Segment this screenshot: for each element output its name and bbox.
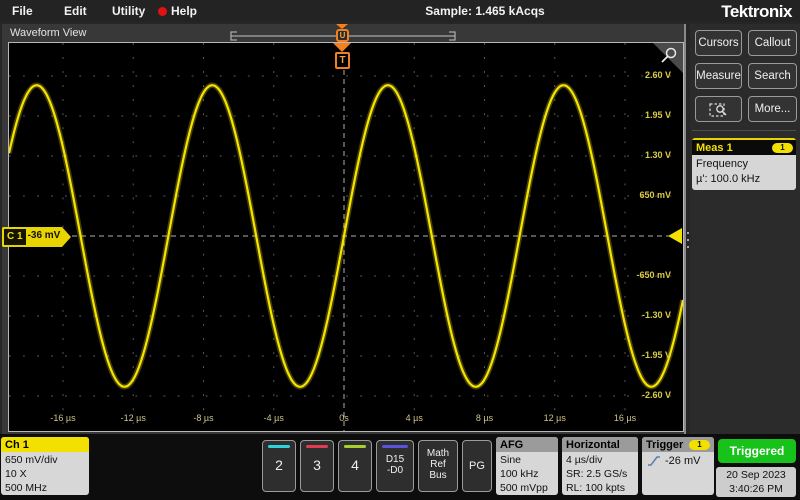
x-axis-label-2: -8 µs [193,413,213,423]
trigger-arrow-icon [333,43,351,52]
ch3-color-stripe [306,445,328,448]
afg-waveform: Sine [500,453,558,467]
datetime-display: 20 Sep 2023 3:40:26 PM [716,467,796,497]
tektronix-logo: Tektronix [721,2,792,22]
callout-button[interactable]: Callout [748,30,797,56]
zoom-corner-button[interactable] [653,43,683,73]
measure-button[interactable]: Measure [695,63,742,89]
cursors-button[interactable]: Cursors [695,30,742,56]
tab-waveform-view[interactable]: Waveform View [10,27,86,39]
horizontal-sample-rate: SR: 2.5 GS/s [566,467,638,481]
ch1-bandwidth: 500 MHz [5,481,89,495]
math-ref-bus-button[interactable]: Math Ref Bus [418,440,458,492]
horizontal-title: Horizontal [566,439,620,451]
menu-utility[interactable]: Utility [112,4,145,18]
meas1-type: Frequency [696,157,796,172]
horizontal-scale: 4 µs/div [566,453,638,467]
graticule[interactable]: -16 µs -12 µs -8 µs -4 µs 0s 4 µs 8 µs 12 µs 16 … [8,42,684,432]
y-axis-label-4: -650 mV [636,270,671,280]
ch2-color-stripe [268,445,290,448]
afg-amplitude: 500 mVpp [500,481,558,495]
ch1-badge[interactable]: Ch 1 650 mV/div 10 X 500 MHz [1,437,89,495]
y-axis-label-1: 1.95 V [645,110,671,120]
trigger-position-marker[interactable]: T [335,52,350,69]
ch1-zero-reference-arrow[interactable] [668,228,682,244]
x-axis-label-8: 16 µs [614,413,636,423]
digital-label-2: -D0 [377,465,413,476]
time: 3:40:26 PM [716,482,796,496]
menu-file[interactable]: File [12,4,33,18]
zoom-select-icon [708,101,730,119]
x-axis-label-4: 0s [339,413,349,423]
zoom-select-button[interactable] [695,96,742,122]
expansion-point-marker[interactable]: U [336,29,349,42]
meas1-title: Meas 1 [696,142,733,154]
horizontal-badge[interactable]: Horizontal 4 µs/div SR: 2.5 GS/s RL: 100… [562,437,638,495]
ch3-button[interactable]: 3 [300,440,334,492]
menu-edit[interactable]: Edit [64,4,87,18]
y-axis-label-5: -1.30 V [642,310,671,320]
results-sidebar: Cursors Callout Measure Search More... M… [690,24,800,434]
y-axis-label-2: 1.30 V [645,150,671,160]
search-button[interactable]: Search [748,63,797,89]
acquisition-status: Sample: 1.465 kAcqs [390,4,580,18]
waveform-view-panel: Waveform View -16 µs -12 µs -8 µs -4 µs 0s 4 … [2,24,686,434]
trigger-source-pill: 1 [689,440,710,450]
afg-badge[interactable]: AFG Sine 100 kHz 500 mVpp [496,437,558,495]
ch1-position-marker[interactable]: C 1 -36 mV [2,227,71,247]
y-axis-label-3: 650 mV [639,190,671,200]
horizontal-record-length: RL: 100 kpts [566,481,638,495]
digital-channels-button[interactable]: D15 -D0 [376,440,414,492]
pg-button[interactable]: PG [462,440,492,492]
ch4-color-stripe [344,445,366,448]
ch4-button[interactable]: 4 [338,440,372,492]
help-alert-icon [158,7,167,16]
afg-frequency: 100 kHz [500,467,558,481]
ch1-title: Ch 1 [5,439,29,451]
y-axis-label-7: -2.60 V [642,390,671,400]
afg-title: AFG [500,439,523,451]
trigger-title: Trigger [646,439,683,451]
meas1-source-pill: 1 [772,143,793,153]
ch2-button[interactable]: 2 [262,440,296,492]
x-axis-label-7: 12 µs [544,413,566,423]
x-axis-label-0: -16 µs [50,413,75,423]
x-axis-label-6: 8 µs [476,413,493,423]
rising-edge-icon [647,455,661,467]
ch1-marker-arrow-icon [62,227,71,247]
x-axis-label-3: -4 µs [264,413,284,423]
oscilloscope-app: File Edit Utility Help Sample: 1.465 kAc… [0,0,800,500]
ch4-label: 4 [339,457,371,473]
menu-bar: File Edit Utility Help Sample: 1.465 kAc… [0,0,800,22]
date: 20 Sep 2023 [716,468,796,482]
sidebar-separator [692,130,796,131]
x-axis-label-5: 4 µs [406,413,423,423]
trigger-level: -26 mV [665,455,700,467]
digital-color-stripe [382,445,408,448]
trigger-badge[interactable]: Trigger 1 -26 mV [642,437,714,495]
trigger-status-indicator: Triggered [718,439,796,463]
ch1-scale: 650 mV/div [5,453,89,467]
digital-label-1: D15 [377,454,413,465]
more-button[interactable]: More... [748,96,797,122]
settings-bar: Ch 1 650 mV/div 10 X 500 MHz 2 3 4 D15 -… [0,434,800,500]
ch3-label: 3 [301,457,333,473]
ch1-marker-value: -36 mV [26,227,63,247]
x-axis-label-1: -12 µs [121,413,146,423]
meas1-value: µ': 100.0 kHz [696,172,796,187]
menu-help[interactable]: Help [171,4,197,18]
ch2-label: 2 [263,457,295,473]
ch1-marker-label: C 1 [2,227,26,247]
ch1-probe: 10 X [5,467,89,481]
y-axis-label-6: -1.95 V [642,350,671,360]
meas1-badge[interactable]: Meas 1 1 Frequency µ': 100.0 kHz [692,138,796,190]
